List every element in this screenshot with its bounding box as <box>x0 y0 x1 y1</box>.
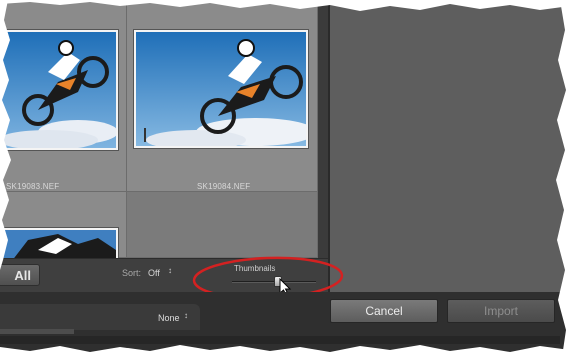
motocross-photo <box>0 32 116 148</box>
destination-dropdown[interactable]: None <box>158 313 180 323</box>
check-all-label: All <box>14 267 31 283</box>
grid-cell[interactable]: SK19084.NEF <box>127 0 318 192</box>
grid-cell[interactable]: SK19083.NEF <box>0 0 127 192</box>
bottom-strip <box>0 336 560 344</box>
import-window: SK19083.NEF SK19084.NEF All Sort: Off ↕ … <box>0 0 570 357</box>
destination-updown-icon[interactable]: ↕ <box>184 311 188 320</box>
thumbnail-image[interactable] <box>0 30 118 150</box>
grid-cell[interactable] <box>0 192 127 268</box>
grid-scrollbar[interactable] <box>318 0 328 262</box>
import-button[interactable]: Import <box>447 299 555 323</box>
panel-progress-track <box>0 329 74 334</box>
cancel-label: Cancel <box>365 304 403 318</box>
motocross-photo <box>136 32 306 146</box>
thumbnail-image[interactable] <box>134 30 308 148</box>
thumbnail-grid: SK19083.NEF SK19084.NEF <box>0 0 322 268</box>
cancel-button[interactable]: Cancel <box>330 299 438 323</box>
sort-label: Sort: <box>122 268 142 278</box>
check-all-button[interactable]: All <box>0 264 40 286</box>
grid-cell <box>127 192 318 258</box>
sort-updown-icon[interactable]: ↕ <box>168 266 172 275</box>
thumbnail-filename: SK19084.NEF <box>197 182 251 191</box>
sort-dropdown[interactable]: Off <box>148 268 160 278</box>
import-label: Import <box>483 304 518 318</box>
right-panel <box>328 0 570 292</box>
thumbnail-filename: SK19083.NEF <box>6 182 60 191</box>
